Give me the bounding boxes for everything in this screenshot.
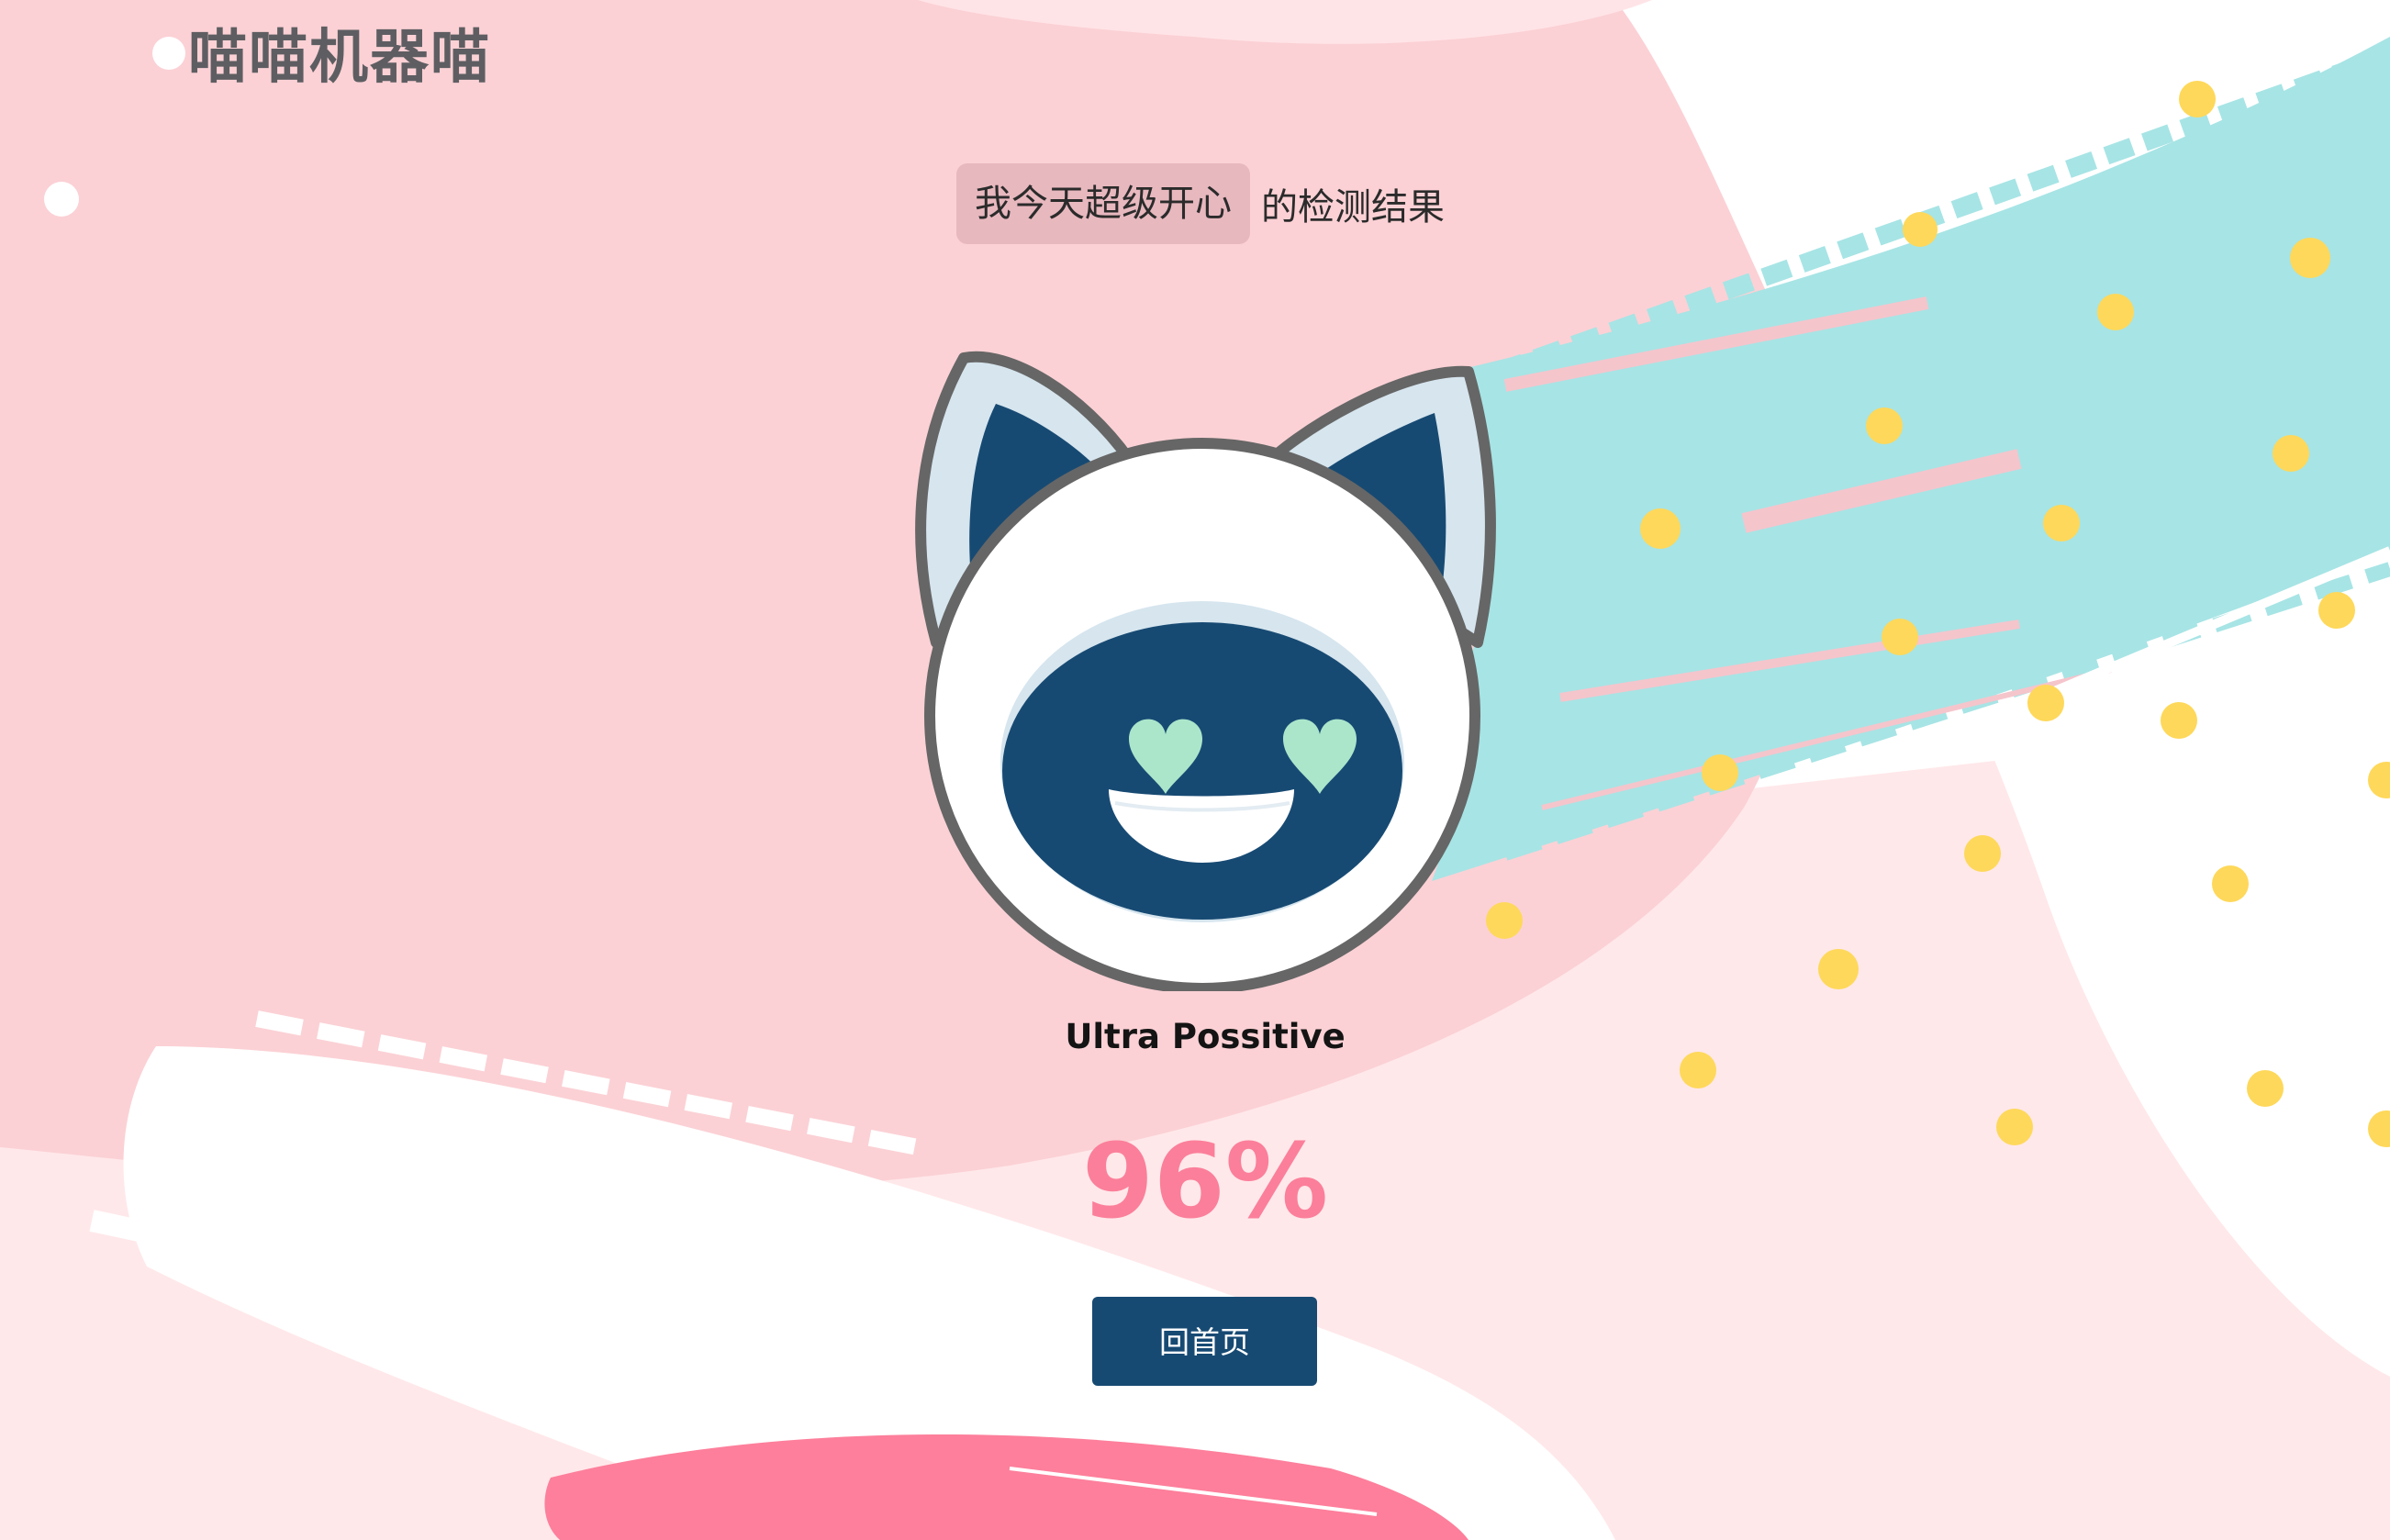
robot-visor bbox=[1002, 622, 1402, 920]
app-logo[interactable]: 喵喵机器喵 bbox=[188, 17, 491, 99]
result-heading-suffix: 的检测结果 bbox=[1261, 186, 1445, 229]
logo-dot bbox=[152, 37, 185, 70]
back-home-button[interactable]: 回首页 bbox=[1092, 1297, 1317, 1386]
mood-chip: 我今天超级开心 bbox=[956, 163, 1250, 244]
sentiment-label: Ultra Possitive bbox=[1065, 1017, 1346, 1056]
robot-cat-mascot bbox=[915, 351, 1496, 991]
result-page: 喵喵机器喵 我今天超级开心 的检测结果 Ultra Possitive 96% … bbox=[0, 0, 2390, 1540]
result-heading: 我今天超级开心 的检测结果 bbox=[956, 163, 1445, 244]
sentiment-score: 96% bbox=[1081, 1122, 1329, 1242]
decorative-dot bbox=[44, 182, 79, 217]
